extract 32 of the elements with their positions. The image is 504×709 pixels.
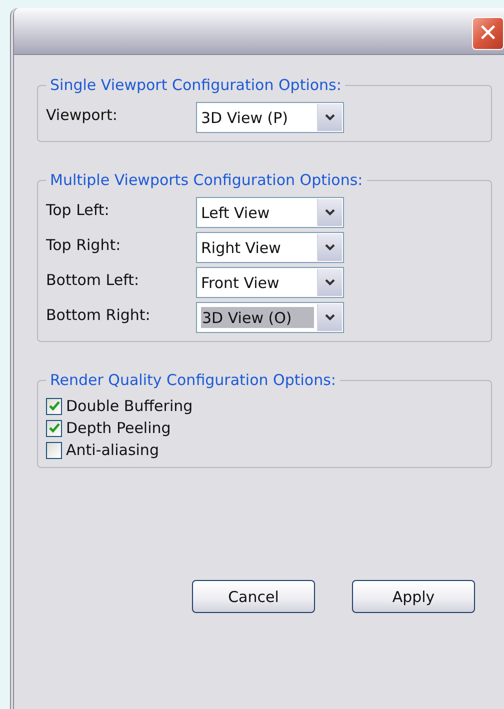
dialog-button[interactable]: Apply bbox=[352, 580, 475, 613]
group-title: Render Quality Configuration Options: bbox=[46, 371, 340, 389]
checkbox[interactable] bbox=[46, 398, 62, 414]
dropdown[interactable]: 3D View (O) bbox=[196, 302, 344, 333]
chevron-down-icon[interactable] bbox=[325, 114, 335, 121]
field-label: Bottom Right: bbox=[46, 305, 152, 324]
dropdown-value: 3D View (O) bbox=[201, 307, 314, 328]
chevron-down-icon[interactable] bbox=[325, 209, 335, 216]
dropdown-value: Right View bbox=[200, 238, 282, 259]
field-label: Top Right: bbox=[46, 235, 122, 254]
dropdown-value: Left View bbox=[200, 203, 271, 224]
field-label: Top Left: bbox=[46, 200, 110, 219]
field-label: Bottom Left: bbox=[46, 270, 140, 289]
dropdown[interactable]: Left View bbox=[196, 197, 344, 228]
close-button[interactable]: ✕ bbox=[472, 17, 504, 50]
chevron-down-icon[interactable] bbox=[325, 244, 335, 251]
checkbox[interactable] bbox=[46, 442, 62, 458]
checkbox[interactable] bbox=[46, 420, 62, 436]
checkbox-label: Double Buffering bbox=[66, 397, 193, 415]
checkbox-label: Depth Peeling bbox=[66, 419, 171, 437]
dialog-button[interactable]: Cancel bbox=[192, 580, 315, 613]
chevron-down-icon[interactable] bbox=[325, 279, 335, 286]
field-label: Viewport: bbox=[46, 105, 118, 124]
chevron-down-icon[interactable] bbox=[325, 314, 335, 321]
dropdown-value: 3D View (P) bbox=[200, 108, 289, 129]
dropdown[interactable]: 3D View (P) bbox=[196, 102, 344, 133]
dropdown-value: Front View bbox=[200, 273, 280, 294]
dropdown[interactable]: Right View bbox=[196, 232, 344, 263]
group-title: Single Viewport Configuration Options: bbox=[46, 76, 346, 94]
group-title: Multiple Viewports Configuration Options: bbox=[46, 171, 367, 189]
checkbox-label: Anti-aliasing bbox=[66, 441, 159, 459]
dropdown[interactable]: Front View bbox=[196, 267, 344, 298]
